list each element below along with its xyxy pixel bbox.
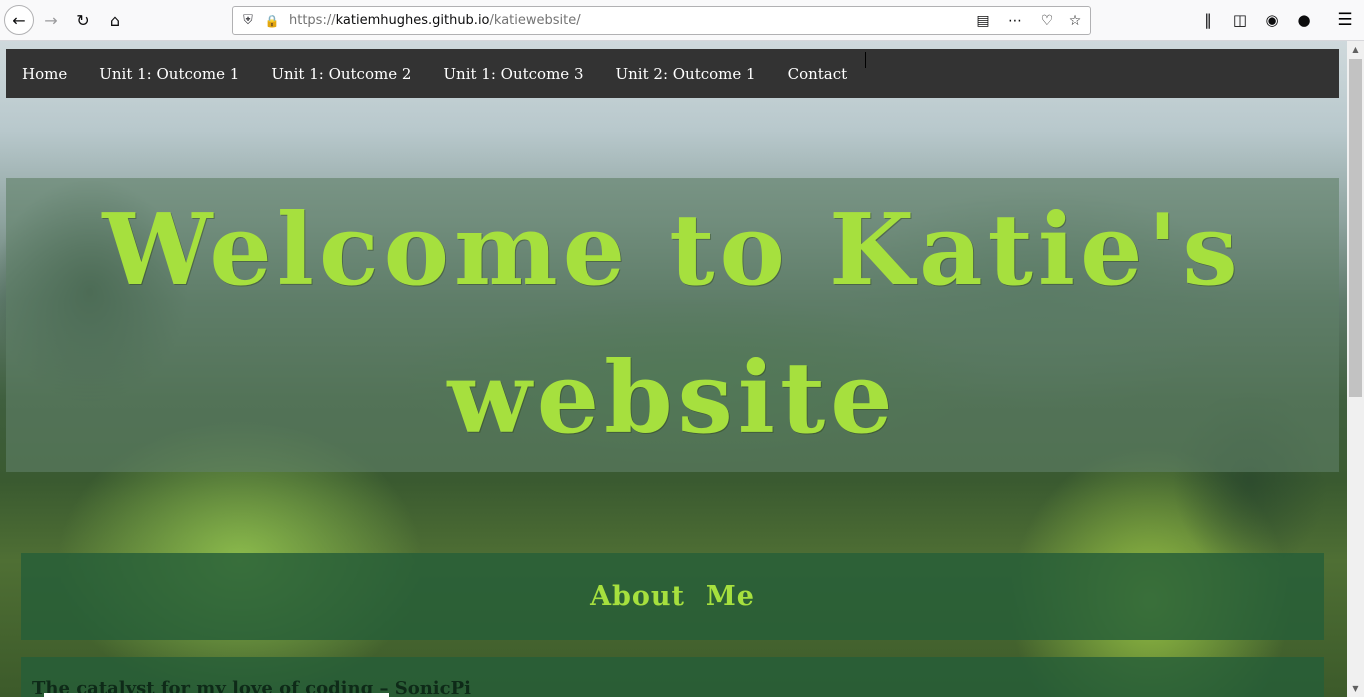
vertical-scrollbar[interactable]: ▲ ▼ [1347, 41, 1364, 697]
scroll-down-icon[interactable]: ▼ [1347, 680, 1364, 697]
horizontal-scroll-indicator [44, 693, 389, 697]
nav-unit1-outcome1[interactable]: Unit 1: Outcome 1 [83, 49, 255, 98]
page-viewport: Home Unit 1: Outcome 1 Unit 1: Outcome 2… [0, 41, 1347, 697]
extension-icon[interactable]: ● [1290, 7, 1318, 33]
lock-icon[interactable]: 🔒 [261, 14, 283, 28]
nav-home[interactable]: Home [6, 49, 83, 98]
site-navbar: Home Unit 1: Outcome 1 Unit 1: Outcome 2… [6, 49, 1339, 98]
nav-unit1-outcome2[interactable]: Unit 1: Outcome 2 [255, 49, 427, 98]
nav-unit1-outcome3[interactable]: Unit 1: Outcome 3 [427, 49, 599, 98]
back-icon[interactable]: ← [4, 5, 34, 35]
library-icon[interactable]: ‖ [1194, 7, 1222, 33]
sidebar-icon[interactable]: ◫ [1226, 7, 1254, 33]
home-icon[interactable]: ⌂ [101, 6, 129, 34]
about-heading: About Me [590, 581, 755, 612]
content-card: The catalyst for my love of coding – Son… [21, 657, 1324, 697]
nav-contact[interactable]: Contact [772, 49, 864, 98]
bookmark-star-icon[interactable]: ☆ [1064, 10, 1086, 32]
scroll-up-icon[interactable]: ▲ [1347, 41, 1364, 58]
menu-icon[interactable]: ☰ [1332, 7, 1358, 33]
text-cursor [865, 52, 867, 68]
url-bar[interactable]: ⛨ 🔒 https://katiemhughes.github.io/katie… [232, 6, 1091, 35]
scroll-thumb[interactable] [1349, 59, 1362, 397]
more-icon[interactable]: ⋯ [1000, 10, 1030, 32]
hero-banner: Welcome to Katie's website [6, 178, 1339, 472]
browser-toolbar: ← → ↻ ⌂ ⛨ 🔒 https://katiemhughes.github.… [0, 0, 1364, 41]
shield-icon[interactable]: ⛨ [235, 13, 261, 28]
reader-view-icon[interactable]: ▤ [972, 10, 994, 32]
reload-icon[interactable]: ↻ [69, 6, 97, 34]
about-section: About Me [21, 553, 1324, 640]
pocket-icon[interactable]: ♡ [1036, 10, 1058, 32]
forward-icon[interactable]: → [37, 6, 65, 34]
nav-unit2-outcome1[interactable]: Unit 2: Outcome 1 [600, 49, 772, 98]
url-text[interactable]: https://katiemhughes.github.io/katiewebs… [289, 13, 581, 28]
account-icon[interactable]: ◉ [1258, 7, 1286, 33]
page-title: Welcome to Katie's website [102, 193, 1243, 456]
